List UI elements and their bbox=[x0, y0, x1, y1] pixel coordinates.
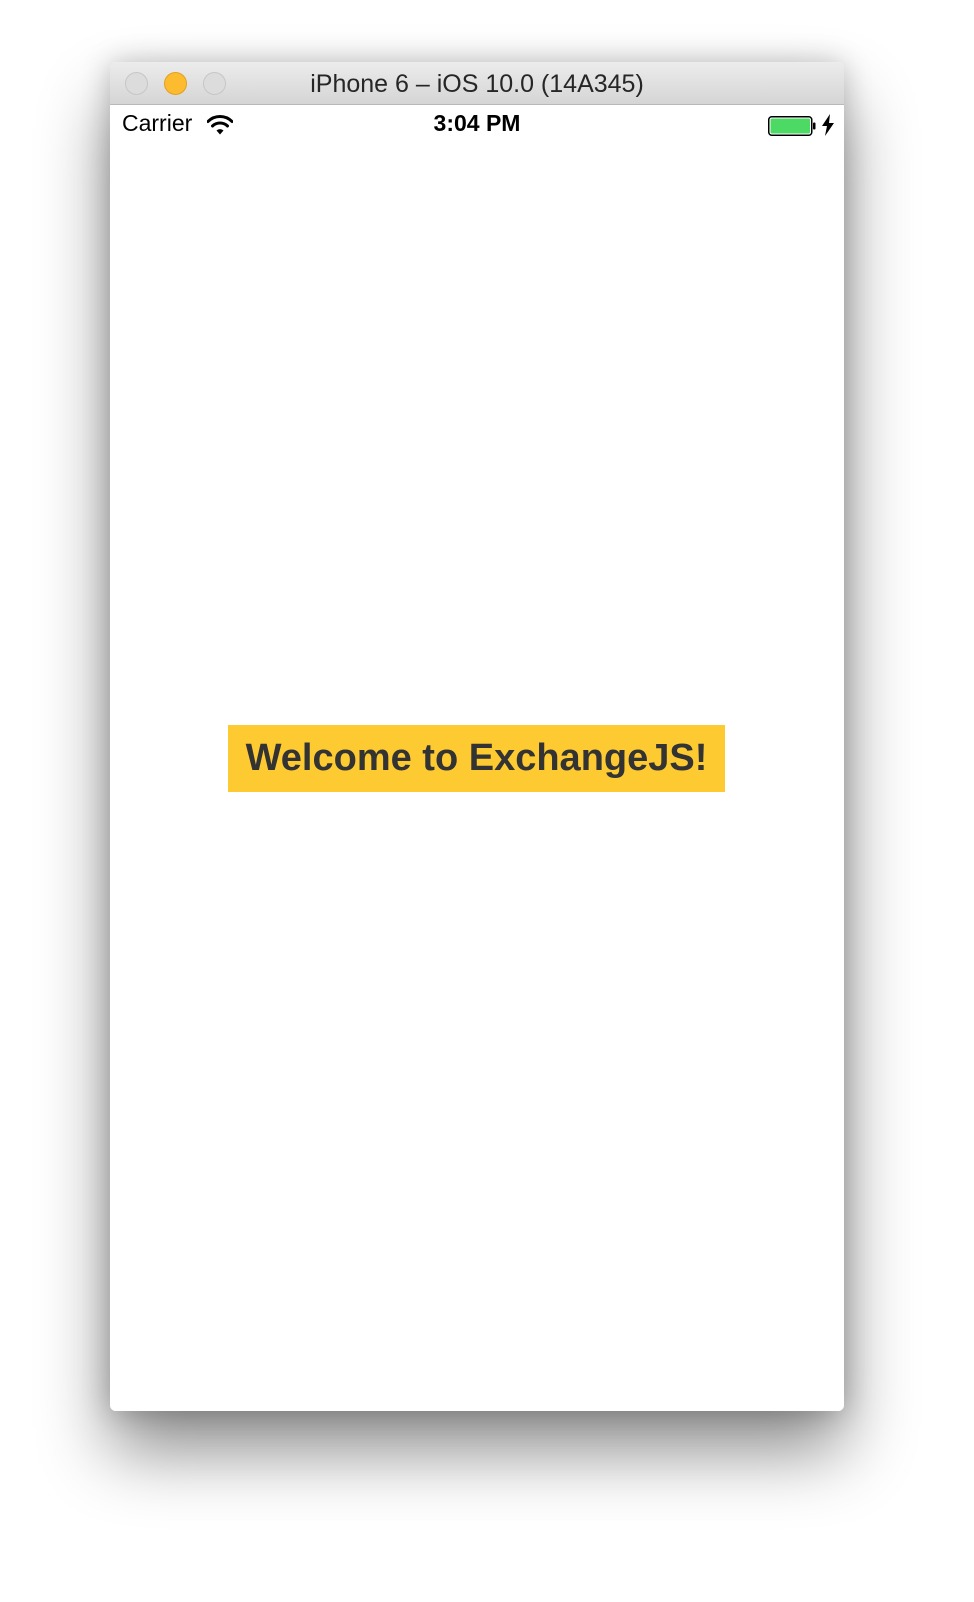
window-titlebar[interactable]: iPhone 6 – iOS 10.0 (14A345) bbox=[110, 62, 844, 105]
welcome-text: Welcome to ExchangeJS! bbox=[245, 737, 708, 779]
status-time: 3:04 PM bbox=[433, 110, 521, 136]
window-title: iPhone 6 – iOS 10.0 (14A345) bbox=[310, 70, 644, 98]
device-screen[interactable]: Carrier 3:04 PM Welcome to ExchangeJS! bbox=[110, 105, 844, 1411]
charging-icon bbox=[822, 114, 834, 136]
simulator-window: iPhone 6 – iOS 10.0 (14A345) Carrier 3:0… bbox=[110, 62, 844, 1411]
welcome-banner: Welcome to ExchangeJS! bbox=[228, 725, 725, 792]
battery-icon bbox=[768, 116, 816, 136]
status-bar: Carrier 3:04 PM bbox=[110, 105, 844, 145]
